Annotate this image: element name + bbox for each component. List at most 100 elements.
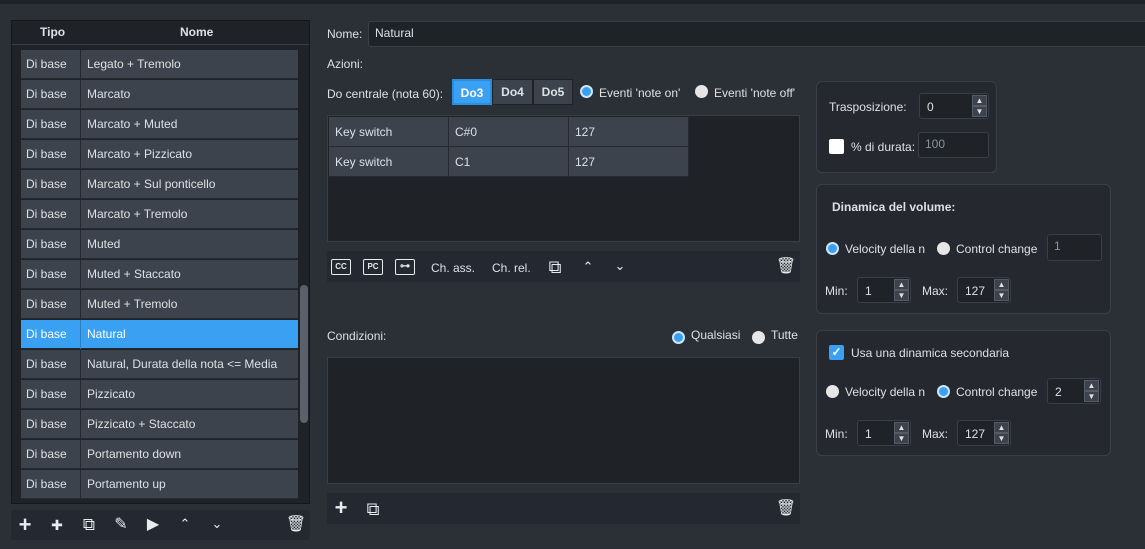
list-item-tipo: Di base — [21, 200, 81, 229]
move-down-icon[interactable]: ⌄ — [206, 514, 228, 534]
key-switch-icon[interactable]: ⊶ — [395, 259, 415, 275]
velocity-label: Velocity della n — [845, 242, 926, 256]
min-label: Min: — [825, 284, 848, 298]
decrement-icon[interactable]: ▼ — [994, 290, 1009, 301]
list-item[interactable]: Di base Marcato — [21, 80, 298, 109]
control-change-radio[interactable] — [937, 385, 950, 398]
table-cell[interactable]: C#0 — [449, 117, 569, 147]
octave-do5-button[interactable]: Do5 — [533, 79, 573, 105]
conditions-label: Condizioni: — [327, 329, 387, 343]
list-scrollbar[interactable] — [300, 285, 308, 423]
play-icon[interactable]: ▶ — [142, 515, 164, 535]
increment-icon[interactable]: ▲ — [894, 279, 909, 290]
move-up-icon[interactable]: ⌃ — [174, 514, 196, 534]
name-input[interactable]: Natural — [368, 21, 1145, 47]
table-cell[interactable]: 127 — [569, 117, 689, 147]
list-item[interactable]: Di base Portamento down — [21, 440, 298, 469]
increment-icon[interactable]: ▲ — [972, 95, 987, 106]
list-item-tipo: Di base — [21, 320, 81, 349]
delete-icon[interactable]: 🗑 — [775, 499, 797, 519]
increment-icon[interactable]: ▲ — [994, 279, 1009, 290]
octave-do3-button[interactable]: Do3 — [452, 79, 492, 105]
delete-icon[interactable]: 🗑 — [775, 257, 797, 277]
max-label: Max: — [922, 284, 949, 298]
velocity-radio[interactable] — [826, 242, 839, 255]
duration-input[interactable]: 100 — [918, 132, 989, 158]
channel-absolute-button[interactable]: Ch. ass. — [431, 261, 475, 275]
cc-number-input[interactable]: 1 — [1047, 234, 1102, 261]
duplicate-icon[interactable]: ⧉ — [544, 257, 566, 277]
increment-icon[interactable]: ▲ — [994, 422, 1009, 433]
add-icon[interactable]: + — [330, 497, 352, 519]
duplicate-icon[interactable]: ⧉ — [362, 499, 384, 519]
min-stepper[interactable]: 1 ▲ ▼ — [857, 277, 911, 303]
max-stepper[interactable]: 127 ▲ ▼ — [957, 277, 1011, 303]
list-item[interactable]: Di base Pizzicato — [21, 380, 298, 409]
duplicate-icon[interactable]: ⧉ — [78, 515, 100, 535]
note-on-label: Eventi 'note on' — [599, 86, 681, 100]
secondary-dynamic-checkbox[interactable]: ✓ — [829, 345, 844, 360]
table-cell[interactable]: C1 — [449, 147, 569, 177]
list-item[interactable]: Di base Muted — [21, 230, 298, 259]
actions-label: Azioni: — [327, 57, 364, 71]
list-item-nome: Muted — [87, 237, 121, 251]
control-change-label: Control change — [956, 385, 1038, 399]
list-item[interactable]: Di base Muted + Staccato — [21, 260, 298, 289]
column-header-tipo[interactable]: Tipo — [40, 25, 65, 39]
list-item[interactable]: Di base Natural, Durata della nota <= Med… — [21, 350, 298, 379]
list-item[interactable]: Di base Pizzicato + Staccato — [21, 410, 298, 439]
cc-number-stepper[interactable]: 2 ▲ ▼ — [1047, 378, 1101, 404]
list-item-tipo: Di base — [21, 170, 81, 199]
decrement-icon[interactable]: ▼ — [1084, 391, 1099, 402]
edit-icon[interactable]: ✎ — [110, 515, 132, 535]
list-item-tipo: Di base — [21, 110, 81, 139]
move-down-icon[interactable]: ⌄ — [609, 256, 631, 276]
list-item[interactable]: Di base Natural — [21, 320, 298, 349]
delete-icon[interactable]: 🗑 — [285, 515, 307, 535]
list-toolbar: + ✚ ⧉ ✎ ▶ ⌃ ⌄ 🗑 — [11, 510, 310, 540]
column-header-nome[interactable]: Nome — [180, 25, 213, 39]
channel-relative-button[interactable]: Ch. rel. — [492, 261, 531, 275]
volume-dynamic-panel: Dinamica del volume: Velocity della n Co… — [816, 184, 1111, 314]
min-label: Min: — [825, 427, 848, 441]
list-item-tipo: Di base — [21, 50, 81, 79]
decrement-icon[interactable]: ▼ — [994, 433, 1009, 444]
max-stepper[interactable]: 127 ▲ ▼ — [957, 420, 1011, 446]
list-item-nome: Portamento up — [87, 477, 166, 491]
cc-icon[interactable]: CC — [331, 259, 351, 275]
table-cell[interactable]: Key switch — [329, 117, 449, 147]
list-item-nome: Muted + Tremolo — [87, 297, 178, 311]
min-stepper[interactable]: 1 ▲ ▼ — [857, 420, 911, 446]
all-radio[interactable] — [752, 331, 765, 344]
increment-icon[interactable]: ▲ — [1084, 380, 1099, 391]
list-item[interactable]: Di base Marcato + Muted — [21, 110, 298, 139]
move-up-icon[interactable]: ⌃ — [577, 257, 599, 277]
list-item[interactable]: Di base Marcato + Tremolo — [21, 200, 298, 229]
pc-icon[interactable]: PC — [363, 259, 383, 275]
table-cell[interactable]: Key switch — [329, 147, 449, 177]
any-radio[interactable] — [672, 331, 685, 344]
add-icon[interactable]: + — [14, 514, 36, 536]
transpose-stepper[interactable]: 0 ▲ ▼ — [919, 93, 989, 119]
list-item-tipo: Di base — [21, 260, 81, 289]
list-item[interactable]: Di base Marcato + Sul ponticello — [21, 170, 298, 199]
octave-do4-button[interactable]: Do4 — [492, 79, 533, 105]
note-off-radio[interactable] — [695, 85, 708, 98]
duration-checkbox[interactable] — [829, 139, 844, 154]
transpose-value: 0 — [927, 100, 934, 114]
increment-icon[interactable]: ▲ — [894, 422, 909, 433]
volume-dynamic-title: Dinamica del volume: — [832, 200, 956, 214]
list-item[interactable]: Di base Marcato + Pizzicato — [21, 140, 298, 169]
list-item[interactable]: Di base Legato + Tremolo — [21, 50, 298, 79]
add-multiple-icon[interactable]: ✚ — [46, 515, 68, 535]
velocity-radio[interactable] — [826, 385, 839, 398]
table-cell[interactable]: 127 — [569, 147, 689, 177]
list-item[interactable]: Di base Portamento up — [21, 470, 298, 499]
decrement-icon[interactable]: ▼ — [972, 106, 987, 117]
control-change-radio[interactable] — [937, 242, 950, 255]
note-on-radio[interactable] — [580, 85, 593, 98]
conditions-table[interactable] — [327, 357, 800, 484]
decrement-icon[interactable]: ▼ — [894, 290, 909, 301]
decrement-icon[interactable]: ▼ — [894, 433, 909, 444]
list-item[interactable]: Di base Muted + Tremolo — [21, 290, 298, 319]
